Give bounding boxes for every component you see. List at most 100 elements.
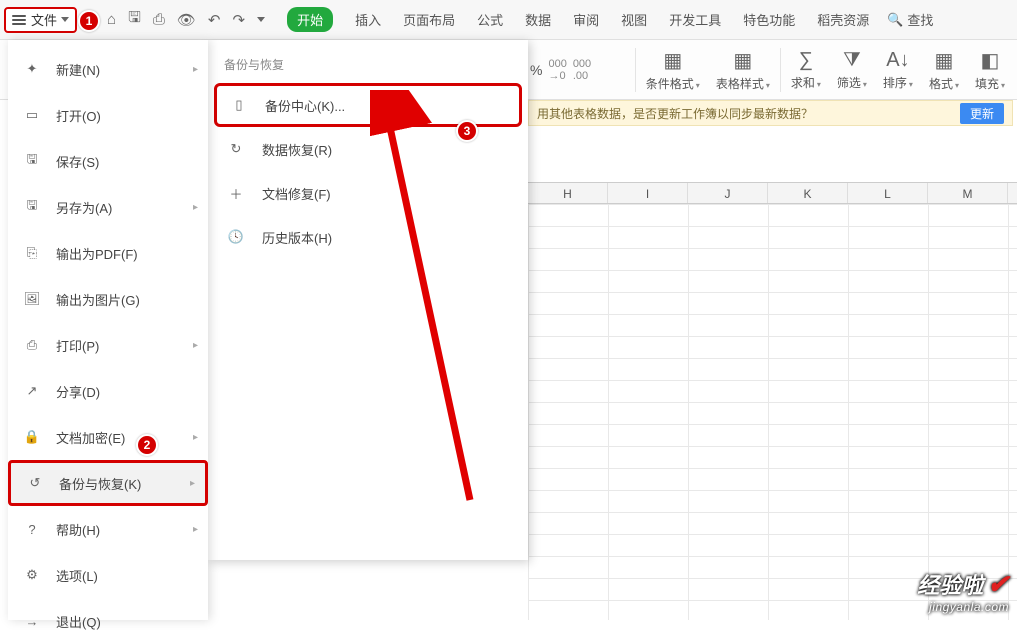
quick-access-toolbar: ⌂ 🖫 ⎙ 👁 ↶ ↷ [107,7,265,32]
update-button[interactable]: 更新 [960,103,1004,124]
sum-button[interactable]: ∑求和▾ [783,49,829,91]
percent-icon[interactable]: % [530,62,542,78]
filter-button[interactable]: ⧩筛选▾ [829,49,875,91]
menu-item-label: 保存(S) [56,152,99,171]
file-menu-item[interactable]: ?帮助(H)▸ [8,506,208,552]
submenu-item[interactable]: ＋文档修复(F) [208,171,528,215]
cell-grid[interactable] [528,204,1017,620]
chevron-right-icon: ▸ [193,340,198,351]
file-menu-item[interactable]: ↺ 备份与恢复(K) ▸ [8,460,208,506]
chevron-right-icon: ▸ [193,524,198,535]
chevron-right-icon: ▸ [193,432,198,443]
file-menu-item[interactable]: → 退出(Q) [8,598,208,644]
submenu-item-icon: ＋ [226,184,246,203]
file-menu-item[interactable]: 🖫保存(S) [8,138,208,184]
submenu-item[interactable]: ▯备份中心(K)... [214,83,522,127]
menu-item-label: 备份与恢复(K) [59,474,141,493]
file-menu-item[interactable]: ↗分享(D) [8,368,208,414]
fill-icon: ◧ [981,48,1000,73]
sigma-icon: ∑ [799,49,813,72]
home-icon[interactable]: ⌂ [107,11,116,28]
tab-data[interactable]: 数据 [525,10,551,29]
tab-insert[interactable]: 插入 [355,10,381,29]
cond-format-button[interactable]: ▦条件格式▾ [638,48,708,92]
undo-icon[interactable]: ↶ [208,11,221,29]
ribbon-right-groups: ▦条件格式▾ ▦表格样式▾ ∑求和▾ ⧩筛选▾ A↓排序▾ ▦格式▾ ◧填充▾ [633,40,1013,100]
submenu-item-icon: 🕓 [226,229,246,245]
col-header[interactable]: K [768,183,848,203]
caret-down-icon [61,17,69,22]
menu-item-icon: ? [22,522,42,537]
tab-start[interactable]: 开始 [287,7,333,32]
menu-item-label: 新建(N) [56,60,100,79]
print-icon[interactable]: ⎙ [153,11,165,28]
submenu-item-icon: ↻ [226,141,246,157]
tab-resource[interactable]: 稻壳资源 [817,10,869,29]
tab-layout[interactable]: 页面布局 [403,10,455,29]
file-menu-item[interactable]: ⚙选项(L) [8,552,208,598]
separator [635,48,636,92]
menu-item-icon: 🖼 [22,291,42,307]
submenu-title: 备份与恢复 [208,52,528,83]
format-button[interactable]: ▦格式▾ [921,48,967,92]
table-style-button[interactable]: ▦表格样式▾ [708,48,778,92]
qat-more-icon[interactable] [257,17,265,22]
menu-item-label: 选项(L) [56,566,98,585]
column-headers: H I J K L M N [528,182,1017,204]
check-icon: ✔ [987,569,1009,599]
menu-item-label: 输出为PDF(F) [56,244,138,263]
inc-decimal[interactable]: 000→0 [548,58,566,82]
menu-item-label: 退出(Q) [56,612,101,631]
file-menu-item[interactable]: 🖫另存为(A)▸ [8,184,208,230]
submenu-item[interactable]: ↻ 数据恢复(R) [208,127,528,171]
redo-icon[interactable]: ↷ [233,11,246,29]
menu-item-icon: 🔒 [22,429,42,445]
file-menu-item[interactable]: ⎙打印(P)▸ [8,322,208,368]
tab-review[interactable]: 审阅 [573,10,599,29]
tab-feature[interactable]: 特色功能 [743,10,795,29]
chevron-right-icon: ▸ [190,478,195,489]
submenu-item-label: 数据恢复(R) [262,140,332,159]
save-icon[interactable]: 🖫 [128,7,141,32]
file-menu-item[interactable]: ⎘ 输出为PDF(F) [8,230,208,276]
col-header[interactable]: N [1008,183,1017,203]
chevron-right-icon: ▸ [193,64,198,75]
menu-item-icon: ↺ [25,475,45,491]
find-button[interactable]: 🔍 查找 [887,10,933,29]
file-menu: ✦新建(N)▸▭打开(O)🖫保存(S)🖫另存为(A)▸⎘输出为PDF(F)🖼输出… [8,40,208,620]
menu-item-icon: → [22,614,42,629]
col-header[interactable]: M [928,183,1008,203]
tab-formula[interactable]: 公式 [477,10,503,29]
tab-dev[interactable]: 开发工具 [669,10,721,29]
file-menu-item[interactable]: ✦新建(N)▸ [8,46,208,92]
col-header[interactable]: I [608,183,688,203]
menu-item-icon: ⎘ [22,245,42,261]
col-header[interactable]: J [688,183,768,203]
grid-icon: ▦ [935,48,954,73]
tab-view[interactable]: 视图 [621,10,647,29]
submenu-item-icon: ▯ [229,97,249,113]
notice-text: 用其他表格数据，是否更新工作簿以同步最新数据？ [537,105,813,122]
submenu-item-label: 历史版本(H) [262,228,332,247]
submenu-item[interactable]: 🕓 历史版本(H) [208,215,528,259]
file-menu-button[interactable]: 文件 [4,7,77,33]
fill-button[interactable]: ◧填充▾ [967,48,1013,92]
col-header[interactable]: H [528,183,608,203]
annotation-badge-1: 1 [78,10,100,32]
number-format-group: % 000→0 000.00 [530,40,591,100]
search-icon: 🔍 [887,12,903,28]
watermark: 经验啦✔ jingyanla.com [917,568,1009,614]
backup-submenu: 备份与恢复 ▯备份中心(K)... ↻ 数据恢复(R) ＋文档修复(F) 🕓 历史版本(H… [208,40,528,560]
file-menu-item[interactable]: 🔒文档加密(E)▸ [8,414,208,460]
update-notice-bar: 用其他表格数据，是否更新工作簿以同步最新数据？ 更新 [528,100,1013,126]
separator [780,48,781,92]
menu-item-label: 打开(O) [56,106,101,125]
menu-item-label: 输出为图片(G) [56,290,140,309]
file-menu-item[interactable]: 🖼 输出为图片(G) [8,276,208,322]
dec-decimal[interactable]: 000.00 [573,58,591,82]
preview-icon[interactable]: 👁 [177,11,196,29]
sort-button[interactable]: A↓排序▾ [875,49,921,91]
col-header[interactable]: L [848,183,928,203]
top-toolbar: 文件 ⌂ 🖫 ⎙ 👁 ↶ ↷ 开始 插入 页面布局 公式 数据 审阅 视图 开发… [0,0,1017,40]
file-menu-item[interactable]: ▭打开(O) [8,92,208,138]
